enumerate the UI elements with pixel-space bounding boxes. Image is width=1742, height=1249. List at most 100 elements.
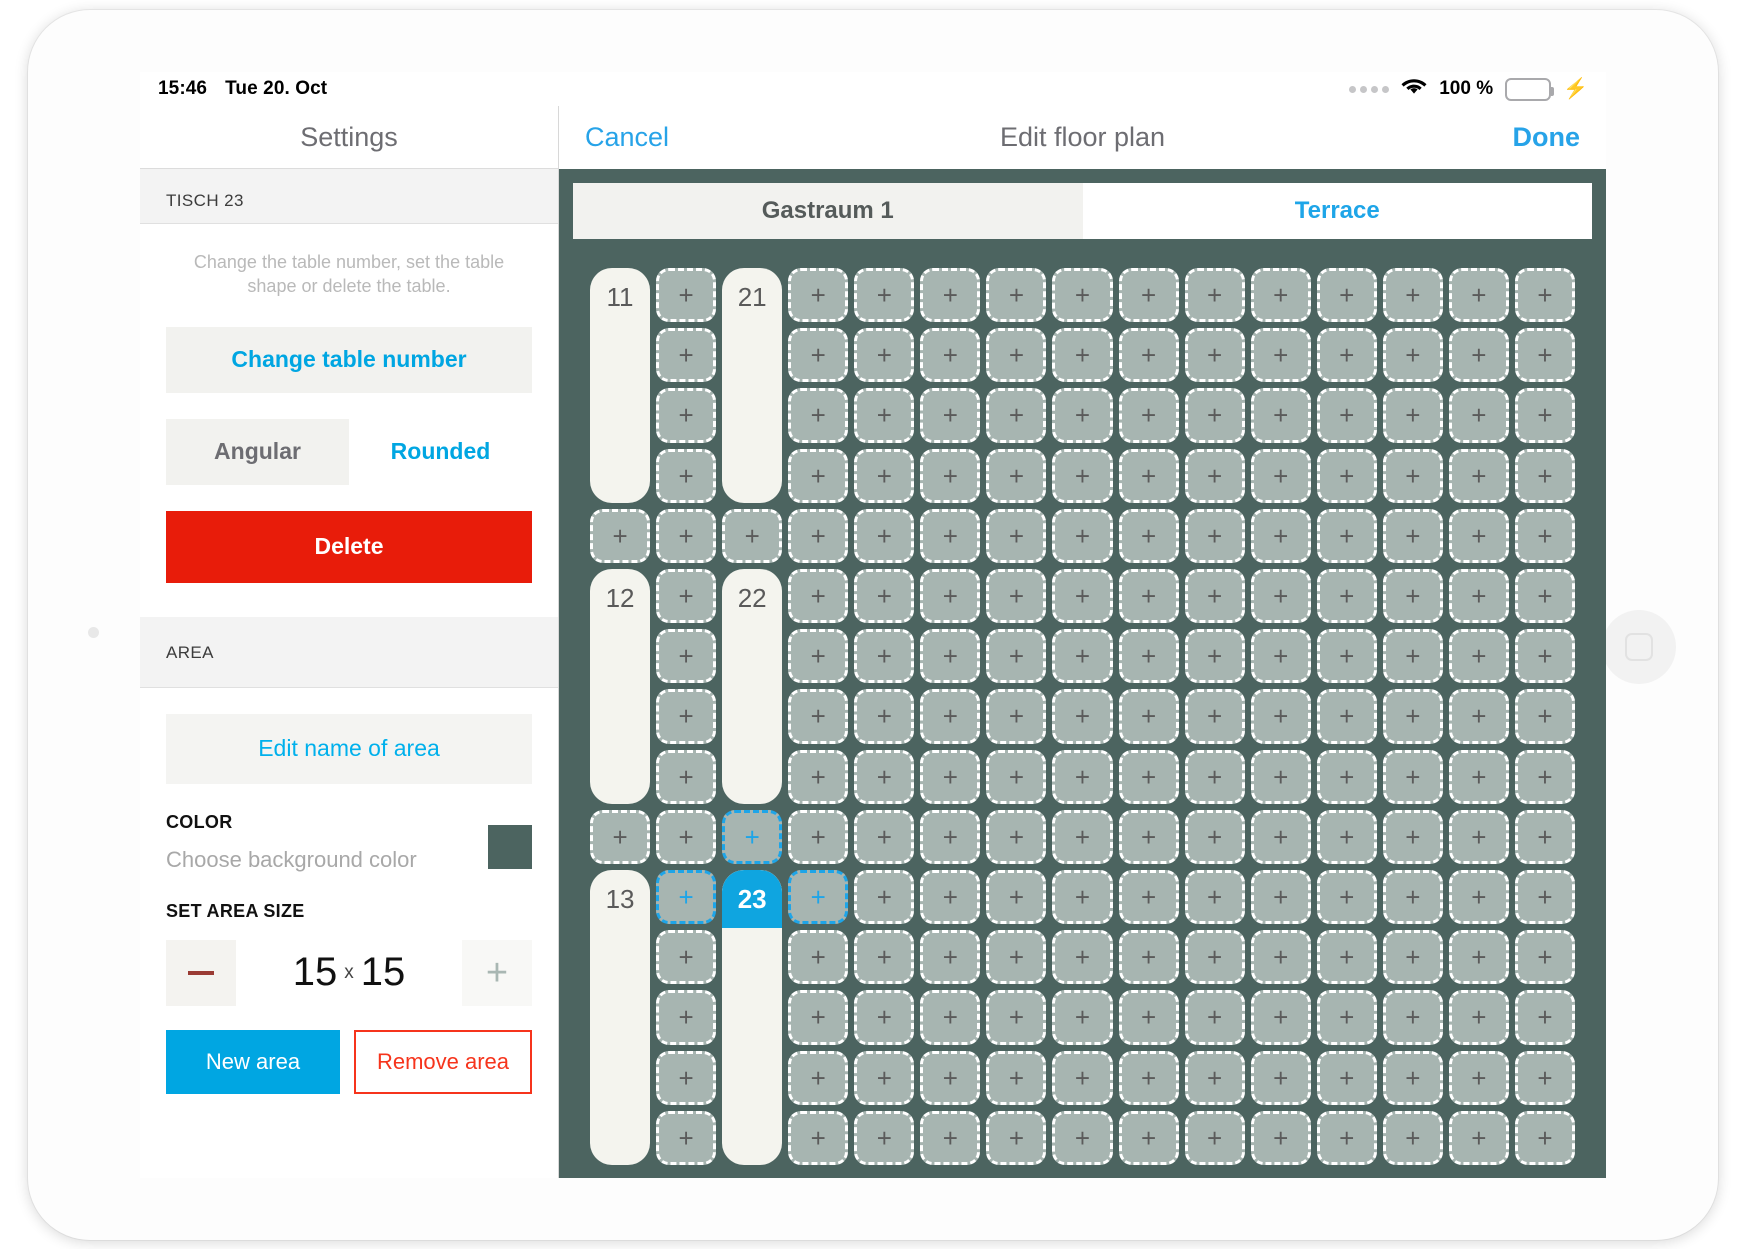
grid-cell-empty[interactable]: + (1052, 328, 1113, 383)
grid-cell-empty[interactable]: + (920, 448, 981, 503)
grid-cell-empty[interactable]: + (1118, 1110, 1179, 1165)
grid-cell-empty[interactable]: + (1052, 629, 1113, 684)
grid-cell-empty[interactable]: + (656, 809, 717, 864)
grid-cell-empty[interactable]: + (1052, 569, 1113, 624)
grid-cell-empty[interactable]: + (1118, 508, 1179, 563)
grid-cell-empty[interactable]: + (1316, 629, 1377, 684)
grid-cell-empty[interactable]: + (986, 809, 1047, 864)
grid-cell-empty[interactable]: + (920, 328, 981, 383)
grid-cell-empty[interactable]: + (986, 569, 1047, 624)
grid-cell-empty[interactable]: + (986, 870, 1047, 925)
grid-cell-empty[interactable]: + (1118, 990, 1179, 1045)
grid-cell-empty[interactable]: + (590, 508, 651, 563)
grid-cell-empty[interactable]: + (854, 328, 915, 383)
grid-cell-empty[interactable]: + (1316, 268, 1377, 323)
grid-cell-empty[interactable]: + (656, 1050, 717, 1105)
grid-cell-empty[interactable]: + (986, 508, 1047, 563)
grid-cell-empty[interactable]: + (920, 870, 981, 925)
grid-cell-empty[interactable]: + (1514, 990, 1575, 1045)
floor-plan-table[interactable]: 23 (722, 870, 783, 1165)
color-swatch[interactable] (488, 824, 532, 869)
grid-cell-empty[interactable]: + (788, 268, 849, 323)
home-button[interactable] (1602, 610, 1676, 684)
grid-cell-empty[interactable]: + (1316, 1110, 1377, 1165)
area-size-stepper[interactable]: 15 x 15 + (166, 939, 532, 1006)
grid-cell-empty[interactable]: + (1316, 508, 1377, 563)
grid-cell-empty[interactable]: + (1382, 448, 1443, 503)
grid-cell-empty[interactable]: + (656, 749, 717, 804)
grid-cell-empty[interactable]: + (1118, 809, 1179, 864)
grid-cell-empty[interactable]: + (1052, 268, 1113, 323)
sidebar-scroll-content[interactable]: TISCH 23 Change the table number, set th… (140, 169, 558, 1178)
grid-cell-empty[interactable]: + (920, 749, 981, 804)
grid-cell-empty[interactable]: + (788, 448, 849, 503)
grid-cell-empty[interactable]: + (854, 629, 915, 684)
grid-cell-empty[interactable]: + (854, 388, 915, 443)
grid-cell-empty[interactable]: + (1118, 1050, 1179, 1105)
grid-cell-empty[interactable]: + (656, 569, 717, 624)
grid-cell-empty[interactable]: + (788, 930, 849, 985)
grid-cell-empty[interactable]: + (1514, 809, 1575, 864)
grid-cell-empty[interactable]: + (986, 629, 1047, 684)
grid-cell-empty[interactable]: + (1184, 508, 1245, 563)
grid-cell-empty[interactable]: + (854, 508, 915, 563)
grid-cell-empty[interactable]: + (1250, 809, 1311, 864)
grid-cell-empty[interactable]: + (1184, 870, 1245, 925)
grid-cell-empty[interactable]: + (986, 930, 1047, 985)
grid-cell-empty[interactable]: + (1184, 448, 1245, 503)
grid-cell-empty[interactable]: + (1448, 508, 1509, 563)
grid-cell-empty[interactable]: + (920, 268, 981, 323)
grid-cell-empty[interactable]: + (788, 508, 849, 563)
grid-cell-empty[interactable]: + (656, 870, 717, 925)
grid-cell-empty[interactable]: + (656, 689, 717, 744)
grid-cell-empty[interactable]: + (1316, 749, 1377, 804)
grid-cell-empty[interactable]: + (590, 809, 651, 864)
grid-cell-empty[interactable]: + (1118, 569, 1179, 624)
grid-cell-empty[interactable]: + (854, 749, 915, 804)
grid-cell-empty[interactable]: + (1382, 508, 1443, 563)
grid-cell-empty[interactable]: + (986, 328, 1047, 383)
grid-cell-empty[interactable]: + (1184, 388, 1245, 443)
grid-cell-empty[interactable]: + (1316, 930, 1377, 985)
grid-cell-empty[interactable]: + (1250, 749, 1311, 804)
grid-cell-empty[interactable]: + (1052, 388, 1113, 443)
grid-cell-empty[interactable]: + (1052, 1050, 1113, 1105)
floor-plan-table[interactable]: 13 (590, 870, 651, 1165)
grid-cell-empty[interactable]: + (1184, 930, 1245, 985)
grid-cell-empty[interactable]: + (920, 1110, 981, 1165)
grid-cell-empty[interactable]: + (1250, 1050, 1311, 1105)
grid-cell-empty[interactable]: + (1448, 388, 1509, 443)
grid-cell-empty[interactable]: + (1382, 749, 1443, 804)
grid-cell-empty[interactable]: + (1250, 388, 1311, 443)
grid-cell-empty[interactable]: + (656, 930, 717, 985)
grid-cell-empty[interactable]: + (656, 990, 717, 1045)
remove-area-button[interactable]: Remove area (354, 1029, 532, 1094)
grid-cell-empty[interactable]: + (986, 749, 1047, 804)
grid-cell-empty[interactable]: + (1184, 268, 1245, 323)
grid-cell-empty[interactable]: + (920, 569, 981, 624)
grid-cell-empty[interactable]: + (788, 870, 849, 925)
grid-cell-empty[interactable]: + (1118, 629, 1179, 684)
grid-cell-empty[interactable]: + (1184, 629, 1245, 684)
grid-cell-empty[interactable]: + (1514, 388, 1575, 443)
grid-cell-empty[interactable]: + (788, 749, 849, 804)
grid-cell-empty[interactable]: + (854, 448, 915, 503)
grid-cell-empty[interactable]: + (722, 508, 783, 563)
new-area-button[interactable]: New area (166, 1029, 340, 1094)
grid-cell-empty[interactable]: + (1250, 268, 1311, 323)
grid-cell-empty[interactable]: + (1382, 1050, 1443, 1105)
grid-cell-empty[interactable]: + (1514, 1050, 1575, 1105)
table-grid[interactable]: + + + + + + + + + + + + + + + + + + + + + + + + + + + + + + + + + + + + + + + +… (587, 265, 1578, 1178)
grid-cell-empty[interactable]: + (1316, 388, 1377, 443)
grid-cell-empty[interactable]: + (854, 1050, 915, 1105)
grid-cell-empty[interactable]: + (1448, 870, 1509, 925)
grid-cell-empty[interactable]: + (1118, 930, 1179, 985)
grid-cell-empty[interactable]: + (986, 268, 1047, 323)
grid-cell-empty[interactable]: + (1382, 990, 1443, 1045)
grid-cell-empty[interactable]: + (1382, 268, 1443, 323)
grid-cell-empty[interactable]: + (1514, 1110, 1575, 1165)
grid-cell-empty[interactable]: + (1052, 870, 1113, 925)
grid-cell-empty[interactable]: + (1448, 328, 1509, 383)
grid-cell-empty[interactable]: + (1184, 1110, 1245, 1165)
grid-cell-empty[interactable]: + (1382, 388, 1443, 443)
